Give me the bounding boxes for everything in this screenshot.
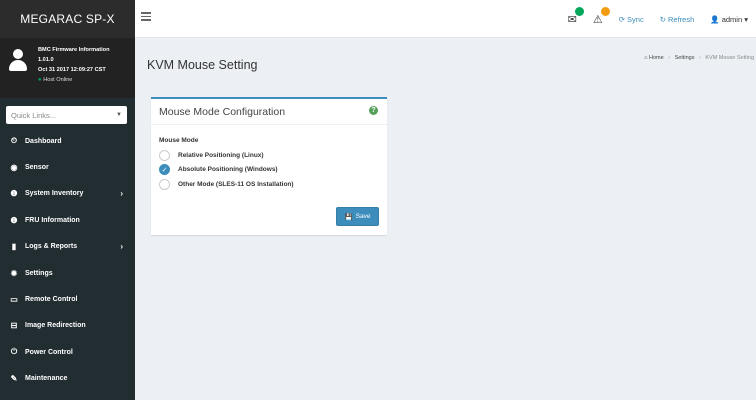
radio-label: Absolute Positioning (Windows): [178, 166, 278, 174]
brand-logo[interactable]: MEGARAC SP-X: [0, 0, 135, 38]
chevron-right-icon: ›: [120, 189, 123, 199]
info-circle-icon: ❶: [10, 189, 18, 199]
sidebar-item-image-redirection[interactable]: ⊟ Image Redirection: [0, 313, 135, 339]
sync-label: Sync: [627, 14, 644, 24]
info-circle-icon: ❶: [10, 215, 18, 225]
sync-button[interactable]: ⟳ Sync: [619, 15, 644, 24]
user-avatar-icon: [8, 49, 28, 77]
save-button[interactable]: 💾 Save: [336, 207, 379, 226]
navbar-right: ✉ ⚠ ⟳ Sync ↻ Refresh 👤 admin ▾: [568, 0, 748, 38]
help-icon[interactable]: ?: [369, 106, 378, 115]
sidebar-item-logs-reports[interactable]: ▮ Logs & Reports ›: [0, 234, 135, 260]
box-header: Mouse Mode Configuration ?: [151, 99, 387, 125]
breadcrumb: ⌂ Home › Settings › KVM Mouse Setting: [644, 55, 754, 61]
mail-badge: [574, 6, 584, 16]
refresh-label: Refresh: [668, 14, 695, 24]
mouse-mode-box: Mouse Mode Configuration ? Mouse Mode Re…: [151, 97, 387, 235]
monitor-icon: ▭: [10, 295, 18, 305]
chevron-right-icon: ›: [120, 242, 123, 252]
sidebar-item-sensor[interactable]: ◉ Sensor: [0, 154, 135, 180]
firmware-info-title: BMC Firmware Information: [38, 47, 110, 53]
sidebar-item-label: Dashboard: [25, 137, 62, 145]
breadcrumb-current: KVM Mouse Setting: [705, 55, 754, 61]
alert-warning-icon[interactable]: ⚠: [593, 6, 610, 26]
sidebar-item-fru-information[interactable]: ❶ FRU Information: [0, 207, 135, 233]
sidebar-item-system-inventory[interactable]: ❶ System Inventory ›: [0, 181, 135, 207]
sidebar-item-label: FRU Information: [25, 216, 80, 224]
sidebar-item-label: System Inventory: [25, 190, 84, 198]
sidebar-item-label: Settings: [25, 269, 53, 277]
breadcrumb-settings[interactable]: Settings: [675, 55, 695, 61]
bar-chart-icon: ▮: [11, 242, 17, 252]
caret-down-icon: ▾: [744, 14, 748, 24]
sidebar-item-label: Image Redirection: [25, 322, 86, 330]
home-icon: ⌂: [644, 55, 648, 61]
sidebar: MEGARAC SP-X BMC Firmware Information 1.…: [0, 0, 135, 400]
breadcrumb-separator: ›: [668, 55, 671, 61]
sidebar-item-settings[interactable]: ✹ Settings: [0, 260, 135, 286]
breadcrumb-separator: ›: [699, 55, 701, 61]
user-name: admin: [721, 14, 743, 24]
top-navbar: ✉ ⚠ ⟳ Sync ↻ Refresh 👤 admin ▾: [135, 0, 756, 38]
radio-absolute-positioning[interactable]: ✓ Absolute Positioning (Windows): [159, 163, 379, 178]
user-menu[interactable]: 👤 admin ▾: [710, 15, 748, 24]
firmware-info: BMC Firmware Information 1.01.0 Oct 31 2…: [38, 45, 109, 98]
sidebar-item-maintenance[interactable]: ✎ Maintenance: [0, 366, 135, 392]
box-body: Mouse Mode Relative Positioning (Linux) …: [151, 125, 387, 192]
alert-badge: [600, 6, 610, 16]
status-dot-icon: ●: [38, 77, 42, 83]
sensor-gauge-icon: ◉: [10, 163, 18, 173]
radio-unchecked-icon[interactable]: [159, 149, 170, 161]
quick-links-placeholder: Quick Links...: [11, 110, 57, 120]
firmware-datetime: Oct 31 2017 12:09:27 CST: [38, 67, 106, 73]
radio-label: Other Mode (SLES-11 OS Installation): [178, 180, 294, 188]
refresh-button[interactable]: ↻ Refresh: [660, 15, 695, 24]
quick-links-select[interactable]: Quick Links... ▼: [6, 106, 127, 124]
firmware-version: 1.01.0: [38, 57, 54, 63]
sidebar-item-remote-control[interactable]: ▭ Remote Control: [0, 286, 135, 312]
sidebar-item-label: Remote Control: [25, 296, 78, 304]
content-area: KVM Mouse Setting ⌂ Home › Settings › KV…: [135, 38, 756, 400]
page-title: KVM Mouse Setting: [147, 58, 258, 72]
radio-other-mode[interactable]: Other Mode (SLES-11 OS Installation): [159, 177, 379, 192]
sidebar-item-power-control[interactable]: ⏻ Power Control: [0, 339, 135, 365]
sidebar-menu: ⏲ Dashboard ◉ Sensor ❶ System Inventory › ❶F…: [0, 128, 135, 392]
gear-icon: ✹: [10, 268, 18, 278]
user-panel: BMC Firmware Information 1.01.0 Oct 31 2…: [0, 38, 135, 98]
host-status: ● Host Online: [38, 75, 109, 85]
mouse-mode-label: Mouse Mode: [159, 137, 199, 144]
floppy-disk-icon: 💾: [344, 213, 353, 221]
sidebar-item-label: Sensor: [25, 164, 49, 172]
sidebar-item-dashboard[interactable]: ⏲ Dashboard: [0, 128, 135, 154]
sidebar-item-label: Logs & Reports: [25, 243, 78, 251]
refresh-icon: ↻: [659, 14, 666, 24]
radio-checked-icon[interactable]: ✓: [159, 164, 170, 176]
drive-icon: ⊟: [10, 321, 18, 331]
notifications-envelope-icon[interactable]: ✉: [568, 6, 584, 26]
sidebar-item-label: Maintenance: [25, 375, 68, 383]
breadcrumb-home[interactable]: Home: [649, 55, 664, 61]
caret-down-icon: ▼: [116, 112, 122, 118]
box-title: Mouse Mode Configuration: [159, 105, 286, 118]
host-status-label: Host Online: [43, 77, 73, 83]
radio-label: Relative Positioning (Linux): [178, 151, 264, 159]
sidebar-toggle-icon[interactable]: [141, 12, 151, 21]
sidebar-item-label: Power Control: [25, 348, 73, 356]
radio-unchecked-icon[interactable]: [159, 178, 170, 190]
wrench-icon: ✎: [10, 374, 18, 384]
save-label: Save: [355, 213, 371, 220]
radio-relative-positioning[interactable]: Relative Positioning (Linux): [159, 148, 379, 163]
sync-icon: ⟳: [618, 14, 626, 24]
power-icon: ⏻: [10, 347, 18, 357]
user-icon: 👤: [710, 14, 720, 24]
tachometer-icon: ⏲: [10, 136, 18, 146]
